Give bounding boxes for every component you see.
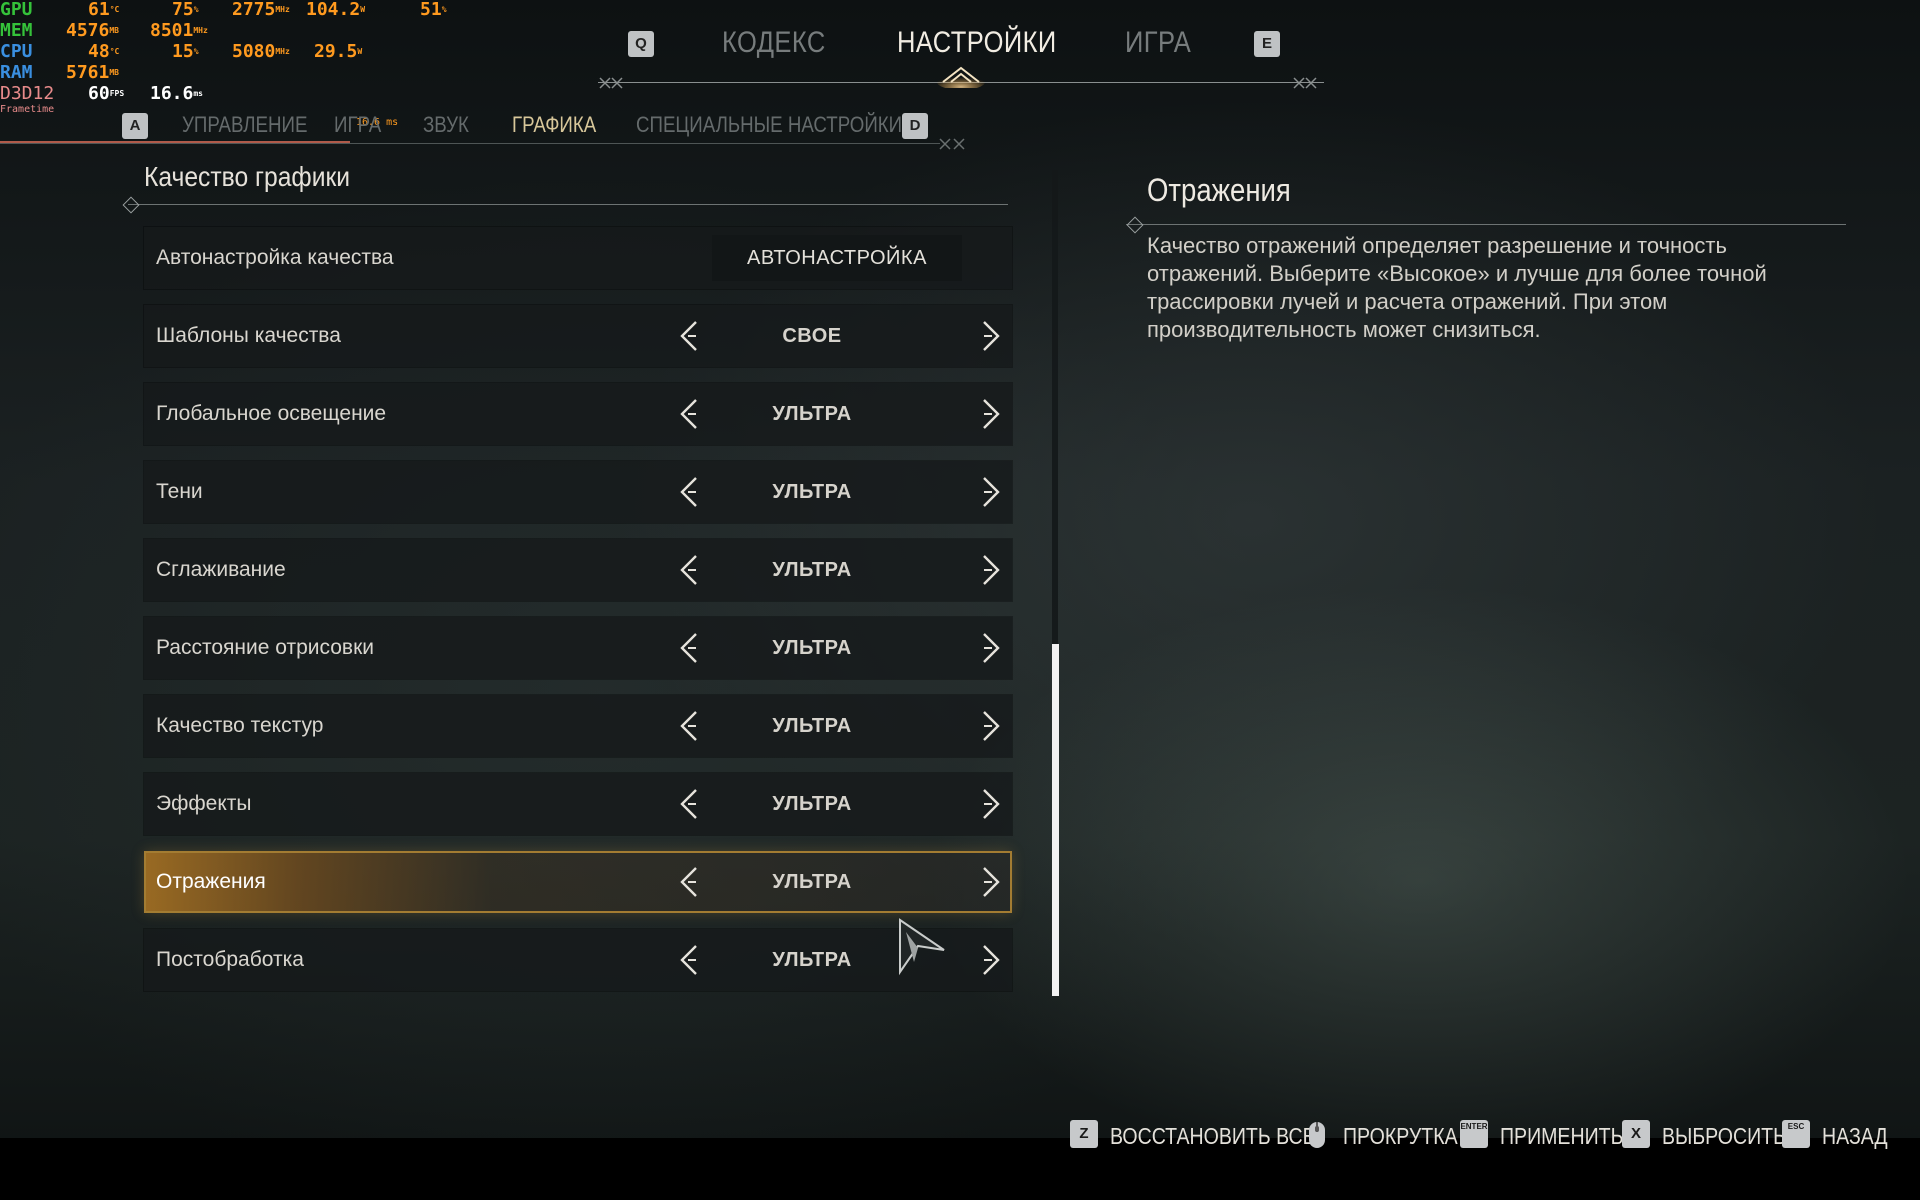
settings-row[interactable]: Качество текстур УЛЬТРА [144, 695, 1012, 757]
tab-settings[interactable]: НАСТРОЙКИ [897, 26, 1057, 60]
hint-label: НАЗАД [1822, 1123, 1888, 1149]
arrow-right-icon[interactable] [976, 709, 1006, 743]
arrow-right-icon[interactable] [976, 787, 1006, 821]
setting-value: УЛЬТРА [772, 403, 852, 425]
cpu-temp: 48°C [88, 41, 120, 62]
tab-codex[interactable]: КОДЕКС [722, 26, 826, 60]
mem-used: 4576MB [66, 20, 119, 41]
frametime-label: Frametime [0, 104, 55, 115]
mouse-icon [1303, 1120, 1331, 1148]
setting-label: Расстояние отрисовки [156, 636, 374, 659]
setting-value: УЛЬТРА [772, 637, 852, 659]
subtab-sound[interactable]: ЗВУК [423, 112, 469, 138]
key-q-icon[interactable]: Q [628, 31, 654, 57]
setting-label: Отражения [156, 870, 266, 893]
arrow-right-icon[interactable] [976, 865, 1006, 899]
ram-label: RAM [0, 62, 33, 83]
key-esc-icon: ESC [1782, 1120, 1810, 1148]
gpu-power: 104.2W [306, 0, 366, 20]
setting-value: УЛЬТРА [772, 793, 852, 815]
setting-value: УЛЬТРА [772, 715, 852, 737]
sub-nav-divider [0, 143, 940, 144]
section-divider [128, 204, 1008, 205]
tab-game[interactable]: ИГРА [1125, 26, 1191, 60]
cpu-power: 29.5W [314, 41, 363, 62]
ram-used: 5761MB [66, 62, 119, 83]
key-a-icon[interactable]: A [122, 113, 148, 139]
settings-row[interactable]: Постобработка УЛЬТРА [144, 929, 1012, 991]
subtab-graphics[interactable]: ГРАФИКА [512, 112, 596, 138]
frametime-value: 16.6ms [150, 83, 203, 104]
setting-label: Автонастройка качества [156, 246, 394, 269]
d3d-label: D3D12 [0, 83, 55, 104]
key-x-icon: X [1622, 1120, 1650, 1148]
detail-divider [1126, 224, 1846, 225]
nav-ornament-right-icon [1293, 77, 1317, 89]
detail-diamond-icon [1126, 216, 1144, 234]
setting-value: УЛЬТРА [772, 481, 852, 503]
scrollbar-thumb[interactable] [1052, 644, 1059, 996]
hint-label: ВОССТАНОВИТЬ ВСЕ [1110, 1123, 1316, 1149]
auto-quality-button[interactable]: АВТОНАСТРОЙКА [712, 235, 962, 281]
fps-value: 60FPS [88, 83, 125, 104]
section-diamond-icon [122, 196, 140, 214]
arrow-right-icon[interactable] [976, 319, 1006, 353]
cpu-load: 15% [172, 41, 199, 62]
setting-label: Шаблоны качества [156, 324, 341, 347]
arrow-right-icon[interactable] [976, 475, 1006, 509]
cpu-label: CPU [0, 41, 33, 62]
key-z-icon: Z [1070, 1120, 1098, 1148]
setting-label: Тени [156, 480, 203, 503]
hint-label: ПРИМЕНИТЬ [1500, 1123, 1624, 1149]
mem-clock: 8501MHz [150, 20, 208, 41]
key-d-icon[interactable]: D [902, 113, 928, 139]
mouse-cursor-icon [899, 918, 945, 976]
arrow-right-icon[interactable] [976, 943, 1006, 977]
arrow-right-icon[interactable] [976, 631, 1006, 665]
key-enter-icon: ENTER [1460, 1120, 1488, 1148]
gpu-label: GPU [0, 0, 33, 20]
setting-label: Глобальное освещение [156, 402, 387, 425]
hint-label: ВЫБРОСИТЬ [1662, 1123, 1786, 1149]
settings-row[interactable]: Шаблоны качества СВОЕ [144, 305, 1012, 367]
settings-row[interactable]: Расстояние отрисовки УЛЬТРА [144, 617, 1012, 679]
setting-label: Качество текстур [156, 714, 324, 737]
arrow-right-icon[interactable] [976, 397, 1006, 431]
key-e-icon[interactable]: E [1254, 31, 1280, 57]
subtab-game[interactable]: ИГРА [334, 112, 381, 138]
setting-label: Эффекты [156, 792, 252, 815]
performance-overlay: GPU 61°C 75% 2775MHz 104.2W 51% MEM 4576… [0, 0, 447, 118]
settings-row[interactable]: Эффекты УЛЬТРА [144, 773, 1012, 835]
mem-label: MEM [0, 20, 33, 41]
subnav-ornament-icon [939, 138, 965, 150]
gpu-temp: 61°C [88, 0, 120, 20]
settings-row[interactable]: Глобальное освещение УЛЬТРА [144, 383, 1012, 445]
cpu-clock: 5080MHz [232, 41, 290, 62]
arrow-right-icon[interactable] [976, 553, 1006, 587]
setting-value: УЛЬТРА [772, 871, 852, 893]
gpu-load: 75% [172, 0, 199, 20]
active-tab-indicator-icon [937, 66, 985, 88]
gpu-extra: 51% [420, 0, 447, 20]
detail-title: Отражения [1147, 172, 1291, 208]
subtab-accessibility[interactable]: СПЕЦИАЛЬНЫЕ НАСТРОЙКИ [636, 112, 902, 138]
settings-row[interactable]: Автонастройка качества АВТОНАСТРОЙКА [144, 227, 1012, 289]
setting-label: Постобработка [156, 948, 304, 971]
subtab-controls[interactable]: УПРАВЛЕНИЕ [182, 112, 307, 138]
gpu-clock: 2775MHz [232, 0, 290, 20]
settings-row[interactable]: Тени УЛЬТРА [144, 461, 1012, 523]
nav-ornament-left-icon [599, 77, 623, 89]
detail-description: Качество отражений определяет разрешение… [1147, 233, 1767, 342]
setting-value: СВОЕ [782, 325, 842, 347]
setting-label: Сглаживание [156, 558, 286, 581]
setting-value: УЛЬТРА [772, 559, 852, 581]
settings-row[interactable]: Отражения УЛЬТРА [144, 851, 1012, 913]
hint-label: ПРОКРУТКА [1343, 1123, 1458, 1149]
settings-row[interactable]: Сглаживание УЛЬТРА [144, 539, 1012, 601]
section-title: Качество графики [144, 161, 351, 192]
